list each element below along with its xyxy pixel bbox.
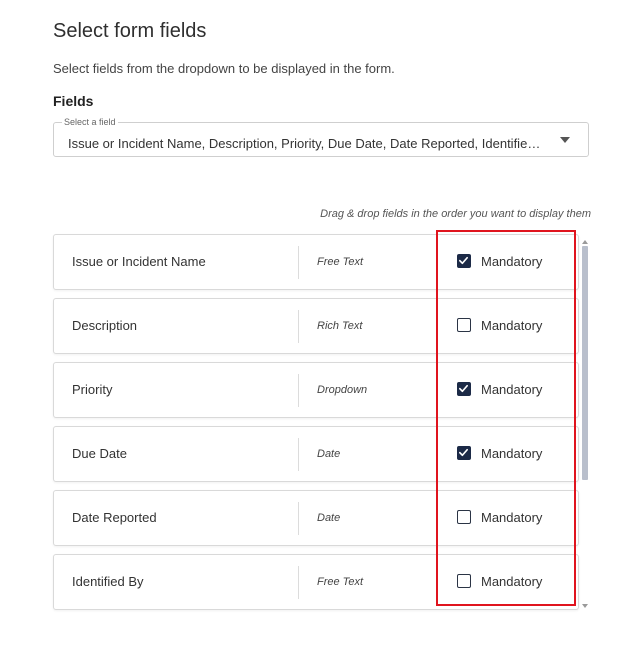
- mandatory-checkbox[interactable]: [457, 510, 471, 524]
- row-divider: [298, 246, 299, 279]
- select-value: Issue or Incident Name, Description, Pri…: [68, 136, 546, 151]
- scroll-thumb[interactable]: [582, 246, 588, 480]
- field-name: Identified By: [72, 574, 144, 589]
- row-divider: [298, 566, 299, 599]
- mandatory-label[interactable]: Mandatory: [481, 254, 542, 269]
- mandatory-label[interactable]: Mandatory: [481, 382, 542, 397]
- scroll-up-arrow-icon[interactable]: [582, 240, 588, 244]
- checkmark-icon: [459, 256, 468, 265]
- mandatory-checkbox[interactable]: [457, 446, 471, 460]
- field-name: Description: [72, 318, 138, 333]
- field-type: Free Text: [317, 256, 364, 268]
- select-legend: Select a field: [62, 117, 118, 127]
- list-scrollbar[interactable]: [582, 240, 588, 608]
- field-type: Date: [317, 448, 341, 460]
- field-row[interactable]: Due Date Date Mandatory: [53, 426, 579, 482]
- checkmark-icon: [459, 384, 468, 393]
- row-divider: [298, 502, 299, 535]
- field-name: Date Reported: [72, 510, 157, 525]
- mandatory-checkbox[interactable]: [457, 574, 471, 588]
- field-type: Date: [317, 512, 341, 524]
- field-row[interactable]: Date Reported Date Mandatory: [53, 490, 579, 546]
- mandatory-checkbox[interactable]: [457, 254, 471, 268]
- fields-label: Fields: [53, 93, 94, 109]
- field-name: Priority: [72, 382, 113, 397]
- row-divider: [298, 374, 299, 407]
- field-type: Free Text: [317, 576, 364, 588]
- field-select-dropdown[interactable]: Select a field Issue or Incident Name, D…: [53, 117, 589, 157]
- row-divider: [298, 438, 299, 471]
- field-list: Issue or Incident Name Free Text Mandato…: [53, 234, 579, 618]
- mandatory-label[interactable]: Mandatory: [481, 510, 542, 525]
- drag-hint: Drag & drop fields in the order you want…: [320, 208, 591, 220]
- mandatory-label[interactable]: Mandatory: [481, 446, 542, 461]
- scroll-down-arrow-icon[interactable]: [582, 604, 588, 608]
- field-row[interactable]: Priority Dropdown Mandatory: [53, 362, 579, 418]
- field-row[interactable]: Identified By Free Text Mandatory: [53, 554, 579, 610]
- mandatory-label[interactable]: Mandatory: [481, 574, 542, 589]
- page-title: Select form fields: [53, 20, 207, 42]
- field-type: Rich Text: [317, 320, 363, 332]
- page-subtitle: Select fields from the dropdown to be di…: [53, 61, 395, 76]
- field-row[interactable]: Description Rich Text Mandatory: [53, 298, 579, 354]
- field-name: Due Date: [72, 446, 127, 461]
- chevron-down-icon[interactable]: [560, 137, 570, 143]
- mandatory-checkbox[interactable]: [457, 318, 471, 332]
- mandatory-label[interactable]: Mandatory: [481, 318, 542, 333]
- field-name: Issue or Incident Name: [72, 254, 206, 269]
- mandatory-checkbox[interactable]: [457, 382, 471, 396]
- field-row[interactable]: Issue or Incident Name Free Text Mandato…: [53, 234, 579, 290]
- field-type: Dropdown: [317, 384, 368, 396]
- checkmark-icon: [459, 448, 468, 457]
- row-divider: [298, 310, 299, 343]
